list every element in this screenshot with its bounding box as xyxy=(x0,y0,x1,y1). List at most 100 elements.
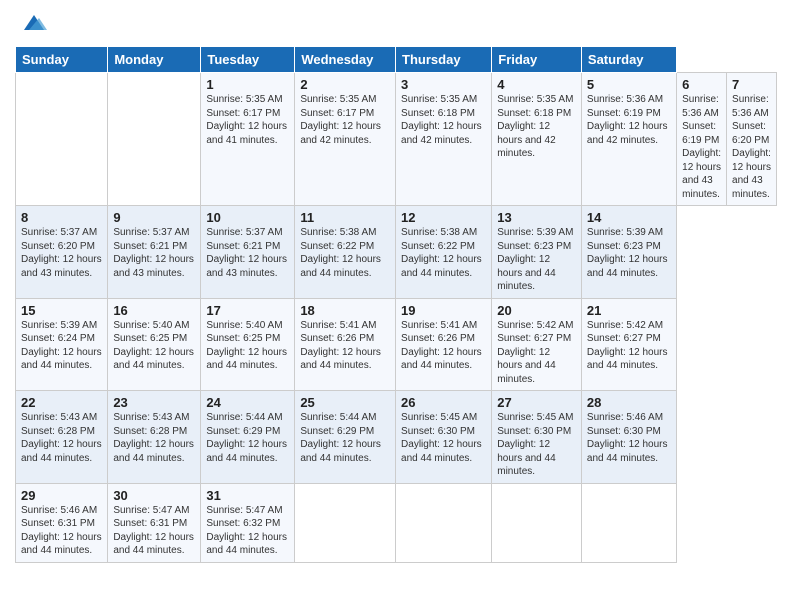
header xyxy=(15,10,777,40)
day-number: 7 xyxy=(732,77,771,92)
day-number: 30 xyxy=(113,488,195,503)
logo-icon xyxy=(19,10,49,40)
calendar-day-cell xyxy=(581,483,676,562)
day-number: 4 xyxy=(497,77,576,92)
calendar-day-cell: 3 Sunrise: 5:35 AMSunset: 6:18 PMDaylight… xyxy=(396,73,492,206)
day-info: Sunrise: 5:41 AMSunset: 6:26 PMDaylight:… xyxy=(300,320,381,372)
calendar-day-cell: 12 Sunrise: 5:38 AMSunset: 6:22 PMDayligh… xyxy=(396,206,492,299)
day-number: 9 xyxy=(113,210,195,225)
day-info: Sunrise: 5:36 AMSunset: 6:19 PMDaylight:… xyxy=(682,94,721,200)
day-info: Sunrise: 5:44 AMSunset: 6:29 PMDaylight:… xyxy=(300,412,381,464)
calendar-day-cell: 7 Sunrise: 5:36 AMSunset: 6:20 PMDaylight… xyxy=(727,73,777,206)
day-info: Sunrise: 5:38 AMSunset: 6:22 PMDaylight:… xyxy=(300,227,381,279)
page: SundayMondayTuesdayWednesdayThursdayFrid… xyxy=(0,0,792,612)
calendar-day-cell: 1 Sunrise: 5:35 AMSunset: 6:17 PMDaylight… xyxy=(201,73,295,206)
calendar-day-cell: 17 Sunrise: 5:40 AMSunset: 6:25 PMDayligh… xyxy=(201,298,295,391)
day-number: 23 xyxy=(113,395,195,410)
day-number: 15 xyxy=(21,303,102,318)
header-day: Friday xyxy=(492,47,582,73)
calendar-day-cell: 6 Sunrise: 5:36 AMSunset: 6:19 PMDaylight… xyxy=(677,73,727,206)
day-number: 12 xyxy=(401,210,486,225)
day-number: 20 xyxy=(497,303,576,318)
calendar-day-cell: 22 Sunrise: 5:43 AMSunset: 6:28 PMDayligh… xyxy=(16,391,108,484)
day-info: Sunrise: 5:36 AMSunset: 6:20 PMDaylight:… xyxy=(732,94,771,200)
day-number: 11 xyxy=(300,210,390,225)
day-info: Sunrise: 5:40 AMSunset: 6:25 PMDaylight:… xyxy=(206,320,287,372)
calendar-day-cell: 25 Sunrise: 5:44 AMSunset: 6:29 PMDayligh… xyxy=(295,391,396,484)
calendar-day-cell: 23 Sunrise: 5:43 AMSunset: 6:28 PMDayligh… xyxy=(108,391,201,484)
day-info: Sunrise: 5:47 AMSunset: 6:32 PMDaylight:… xyxy=(206,505,287,557)
day-number: 25 xyxy=(300,395,390,410)
day-info: Sunrise: 5:45 AMSunset: 6:30 PMDaylight:… xyxy=(497,412,573,477)
day-number: 17 xyxy=(206,303,289,318)
day-number: 28 xyxy=(587,395,671,410)
day-number: 10 xyxy=(206,210,289,225)
calendar-week-row: 1 Sunrise: 5:35 AMSunset: 6:17 PMDaylight… xyxy=(16,73,777,206)
calendar-body: 1 Sunrise: 5:35 AMSunset: 6:17 PMDaylight… xyxy=(16,73,777,563)
day-number: 31 xyxy=(206,488,289,503)
calendar-week-row: 22 Sunrise: 5:43 AMSunset: 6:28 PMDayligh… xyxy=(16,391,777,484)
calendar-day-cell: 4 Sunrise: 5:35 AMSunset: 6:18 PMDaylight… xyxy=(492,73,582,206)
day-info: Sunrise: 5:42 AMSunset: 6:27 PMDaylight:… xyxy=(587,320,668,372)
day-number: 26 xyxy=(401,395,486,410)
day-info: Sunrise: 5:43 AMSunset: 6:28 PMDaylight:… xyxy=(113,412,194,464)
day-info: Sunrise: 5:45 AMSunset: 6:30 PMDaylight:… xyxy=(401,412,482,464)
day-info: Sunrise: 5:38 AMSunset: 6:22 PMDaylight:… xyxy=(401,227,482,279)
calendar-day-cell xyxy=(108,73,201,206)
day-number: 22 xyxy=(21,395,102,410)
day-number: 19 xyxy=(401,303,486,318)
calendar-week-row: 15 Sunrise: 5:39 AMSunset: 6:24 PMDayligh… xyxy=(16,298,777,391)
calendar-day-cell: 28Sunrise: 5:46 AMSunset: 6:30 PMDayligh… xyxy=(581,391,676,484)
day-info: Sunrise: 5:35 AMSunset: 6:18 PMDaylight:… xyxy=(401,94,482,146)
header-day: Saturday xyxy=(581,47,676,73)
header-row: SundayMondayTuesdayWednesdayThursdayFrid… xyxy=(16,47,777,73)
day-number: 14 xyxy=(587,210,671,225)
calendar-day-cell: 24Sunrise: 5:44 AMSunset: 6:29 PMDayligh… xyxy=(201,391,295,484)
calendar-day-cell: 15 Sunrise: 5:39 AMSunset: 6:24 PMDayligh… xyxy=(16,298,108,391)
day-info: Sunrise: 5:39 AMSunset: 6:23 PMDaylight:… xyxy=(587,227,668,279)
day-number: 27 xyxy=(497,395,576,410)
header-day: Thursday xyxy=(396,47,492,73)
day-info: Sunrise: 5:43 AMSunset: 6:28 PMDaylight:… xyxy=(21,412,102,464)
logo-area xyxy=(15,10,49,40)
day-info: Sunrise: 5:47 AMSunset: 6:31 PMDaylight:… xyxy=(113,505,194,557)
calendar-day-cell: 27 Sunrise: 5:45 AMSunset: 6:30 PMDayligh… xyxy=(492,391,582,484)
calendar-day-cell: 8Sunrise: 5:37 AMSunset: 6:20 PMDaylight… xyxy=(16,206,108,299)
calendar-day-cell: 10Sunrise: 5:37 AMSunset: 6:21 PMDayligh… xyxy=(201,206,295,299)
calendar-day-cell: 29Sunrise: 5:46 AMSunset: 6:31 PMDayligh… xyxy=(16,483,108,562)
calendar-week-row: 29Sunrise: 5:46 AMSunset: 6:31 PMDayligh… xyxy=(16,483,777,562)
day-number: 3 xyxy=(401,77,486,92)
calendar-day-cell: 30 Sunrise: 5:47 AMSunset: 6:31 PMDayligh… xyxy=(108,483,201,562)
calendar-day-cell xyxy=(492,483,582,562)
calendar-day-cell: 9Sunrise: 5:37 AMSunset: 6:21 PMDaylight… xyxy=(108,206,201,299)
day-number: 2 xyxy=(300,77,390,92)
calendar-day-cell xyxy=(396,483,492,562)
day-number: 13 xyxy=(497,210,576,225)
day-number: 1 xyxy=(206,77,289,92)
calendar-table: SundayMondayTuesdayWednesdayThursdayFrid… xyxy=(15,46,777,563)
calendar-day-cell: 18Sunrise: 5:41 AMSunset: 6:26 PMDayligh… xyxy=(295,298,396,391)
header-day: Tuesday xyxy=(201,47,295,73)
day-number: 6 xyxy=(682,77,721,92)
calendar-day-cell: 5Sunrise: 5:36 AMSunset: 6:19 PMDaylight… xyxy=(581,73,676,206)
day-info: Sunrise: 5:37 AMSunset: 6:20 PMDaylight:… xyxy=(21,227,102,279)
day-number: 16 xyxy=(113,303,195,318)
calendar-day-cell: 21 Sunrise: 5:42 AMSunset: 6:27 PMDayligh… xyxy=(581,298,676,391)
day-info: Sunrise: 5:39 AMSunset: 6:24 PMDaylight:… xyxy=(21,320,102,372)
day-info: Sunrise: 5:41 AMSunset: 6:26 PMDaylight:… xyxy=(401,320,482,372)
calendar-day-cell: 19 Sunrise: 5:41 AMSunset: 6:26 PMDayligh… xyxy=(396,298,492,391)
day-info: Sunrise: 5:35 AMSunset: 6:18 PMDaylight:… xyxy=(497,94,573,159)
day-info: Sunrise: 5:46 AMSunset: 6:31 PMDaylight:… xyxy=(21,505,102,557)
calendar-day-cell: 2 Sunrise: 5:35 AMSunset: 6:17 PMDaylight… xyxy=(295,73,396,206)
day-number: 21 xyxy=(587,303,671,318)
day-info: Sunrise: 5:39 AMSunset: 6:23 PMDaylight:… xyxy=(497,227,573,292)
calendar-day-cell: 11 Sunrise: 5:38 AMSunset: 6:22 PMDayligh… xyxy=(295,206,396,299)
calendar-header: SundayMondayTuesdayWednesdayThursdayFrid… xyxy=(16,47,777,73)
day-info: Sunrise: 5:35 AMSunset: 6:17 PMDaylight:… xyxy=(300,94,381,146)
calendar-day-cell xyxy=(16,73,108,206)
calendar-week-row: 8Sunrise: 5:37 AMSunset: 6:20 PMDaylight… xyxy=(16,206,777,299)
day-number: 24 xyxy=(206,395,289,410)
day-info: Sunrise: 5:35 AMSunset: 6:17 PMDaylight:… xyxy=(206,94,287,146)
header-day: Sunday xyxy=(16,47,108,73)
day-info: Sunrise: 5:40 AMSunset: 6:25 PMDaylight:… xyxy=(113,320,194,372)
